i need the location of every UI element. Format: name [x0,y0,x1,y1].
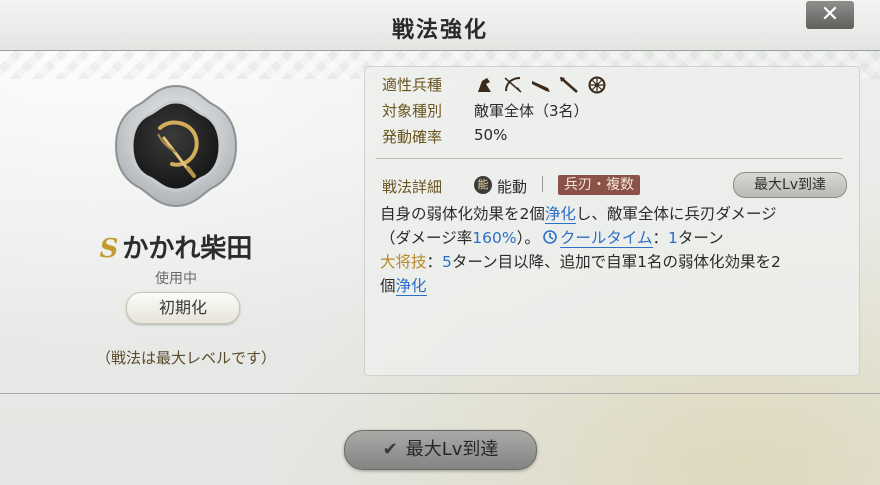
damage-type-tag: 兵刃・複数 [558,175,640,195]
spear-icon [560,76,579,93]
gun-icon [532,80,551,92]
desc-text: 自身の弱体化効果を2個 [380,205,545,223]
max-level-badge: 最大Lv到達 [733,172,847,198]
description-line-2: （ダメージ率160%）。 クールタイム：1ターン [380,226,850,250]
active-type-icon: 能 [474,176,492,194]
cooldown-link[interactable]: クールタイム [559,229,653,248]
desc-text: ターン [677,229,724,247]
damage-rate-value: 160% [472,229,517,247]
description-line-3: 大将技：5ターン目以降、追加で自軍1名の弱体化効果を2 [380,250,850,274]
skill-description: 自身の弱体化効果を2個浄化し、敵軍全体に兵刃ダメージ （ダメージ率160%）。ク… [380,202,850,298]
max-level-button[interactable]: ✔ 最大Lv到達 [344,430,537,470]
desc-text: （ダメージ率 [380,229,473,247]
desc-text: ターン目以降、追加で自軍1名の弱体化効果を2 [451,253,781,271]
skill-name-text: かかれ柴田 [122,234,253,264]
target-type-value: 敵軍全体（3名） [474,102,589,120]
cooldown-icon [542,228,558,244]
footer-divider [0,393,880,394]
commander-skill-label: 大将技 [380,253,427,271]
cavalry-icon [478,77,491,92]
unit-type-icons [474,74,609,94]
desc-text: 個 [380,277,396,295]
archer-icon [504,76,522,93]
target-type-label: 対象種別 [382,102,443,120]
description-line-1: 自身の弱体化効果を2個浄化し、敵軍全体に兵刃ダメージ [380,202,850,226]
purify-link[interactable]: 浄化 [544,205,576,224]
desc-text: ： [426,253,443,271]
close-button[interactable]: ✕ [806,1,854,29]
skill-name: S かかれ柴田 [60,228,292,265]
unit-type-label: 適性兵種 [382,76,443,94]
skill-type-value: 能動 [497,178,528,196]
type-separator [542,176,543,192]
desc-text: し、敵軍全体に兵刃ダメージ [575,205,777,223]
description-line-4: 個浄化 [380,274,850,298]
turn-value: 5 [442,253,452,271]
wheel-icon [588,76,606,93]
skill-emblem-icon [112,82,240,210]
max-level-button-label: 最大Lv到達 [405,439,499,460]
cooldown-value: 1 [668,229,678,247]
reset-button[interactable]: 初期化 [126,292,240,324]
skill-rank: S [99,234,119,264]
page-title: 戦法強化 [391,17,488,43]
purify-link-2[interactable]: 浄化 [395,277,427,296]
activation-rate-label: 発動確率 [382,128,443,146]
checkmark-icon: ✔ [382,439,398,460]
max-level-note: （戦法は最大レベルです） [95,349,276,367]
desc-text: ）。 [516,229,540,247]
info-divider [376,158,842,159]
skill-status: 使用中 [155,271,197,287]
activation-rate-value: 50% [474,126,508,144]
skill-detail-label: 戦法詳細 [382,178,443,196]
desc-text: ： [652,229,669,247]
